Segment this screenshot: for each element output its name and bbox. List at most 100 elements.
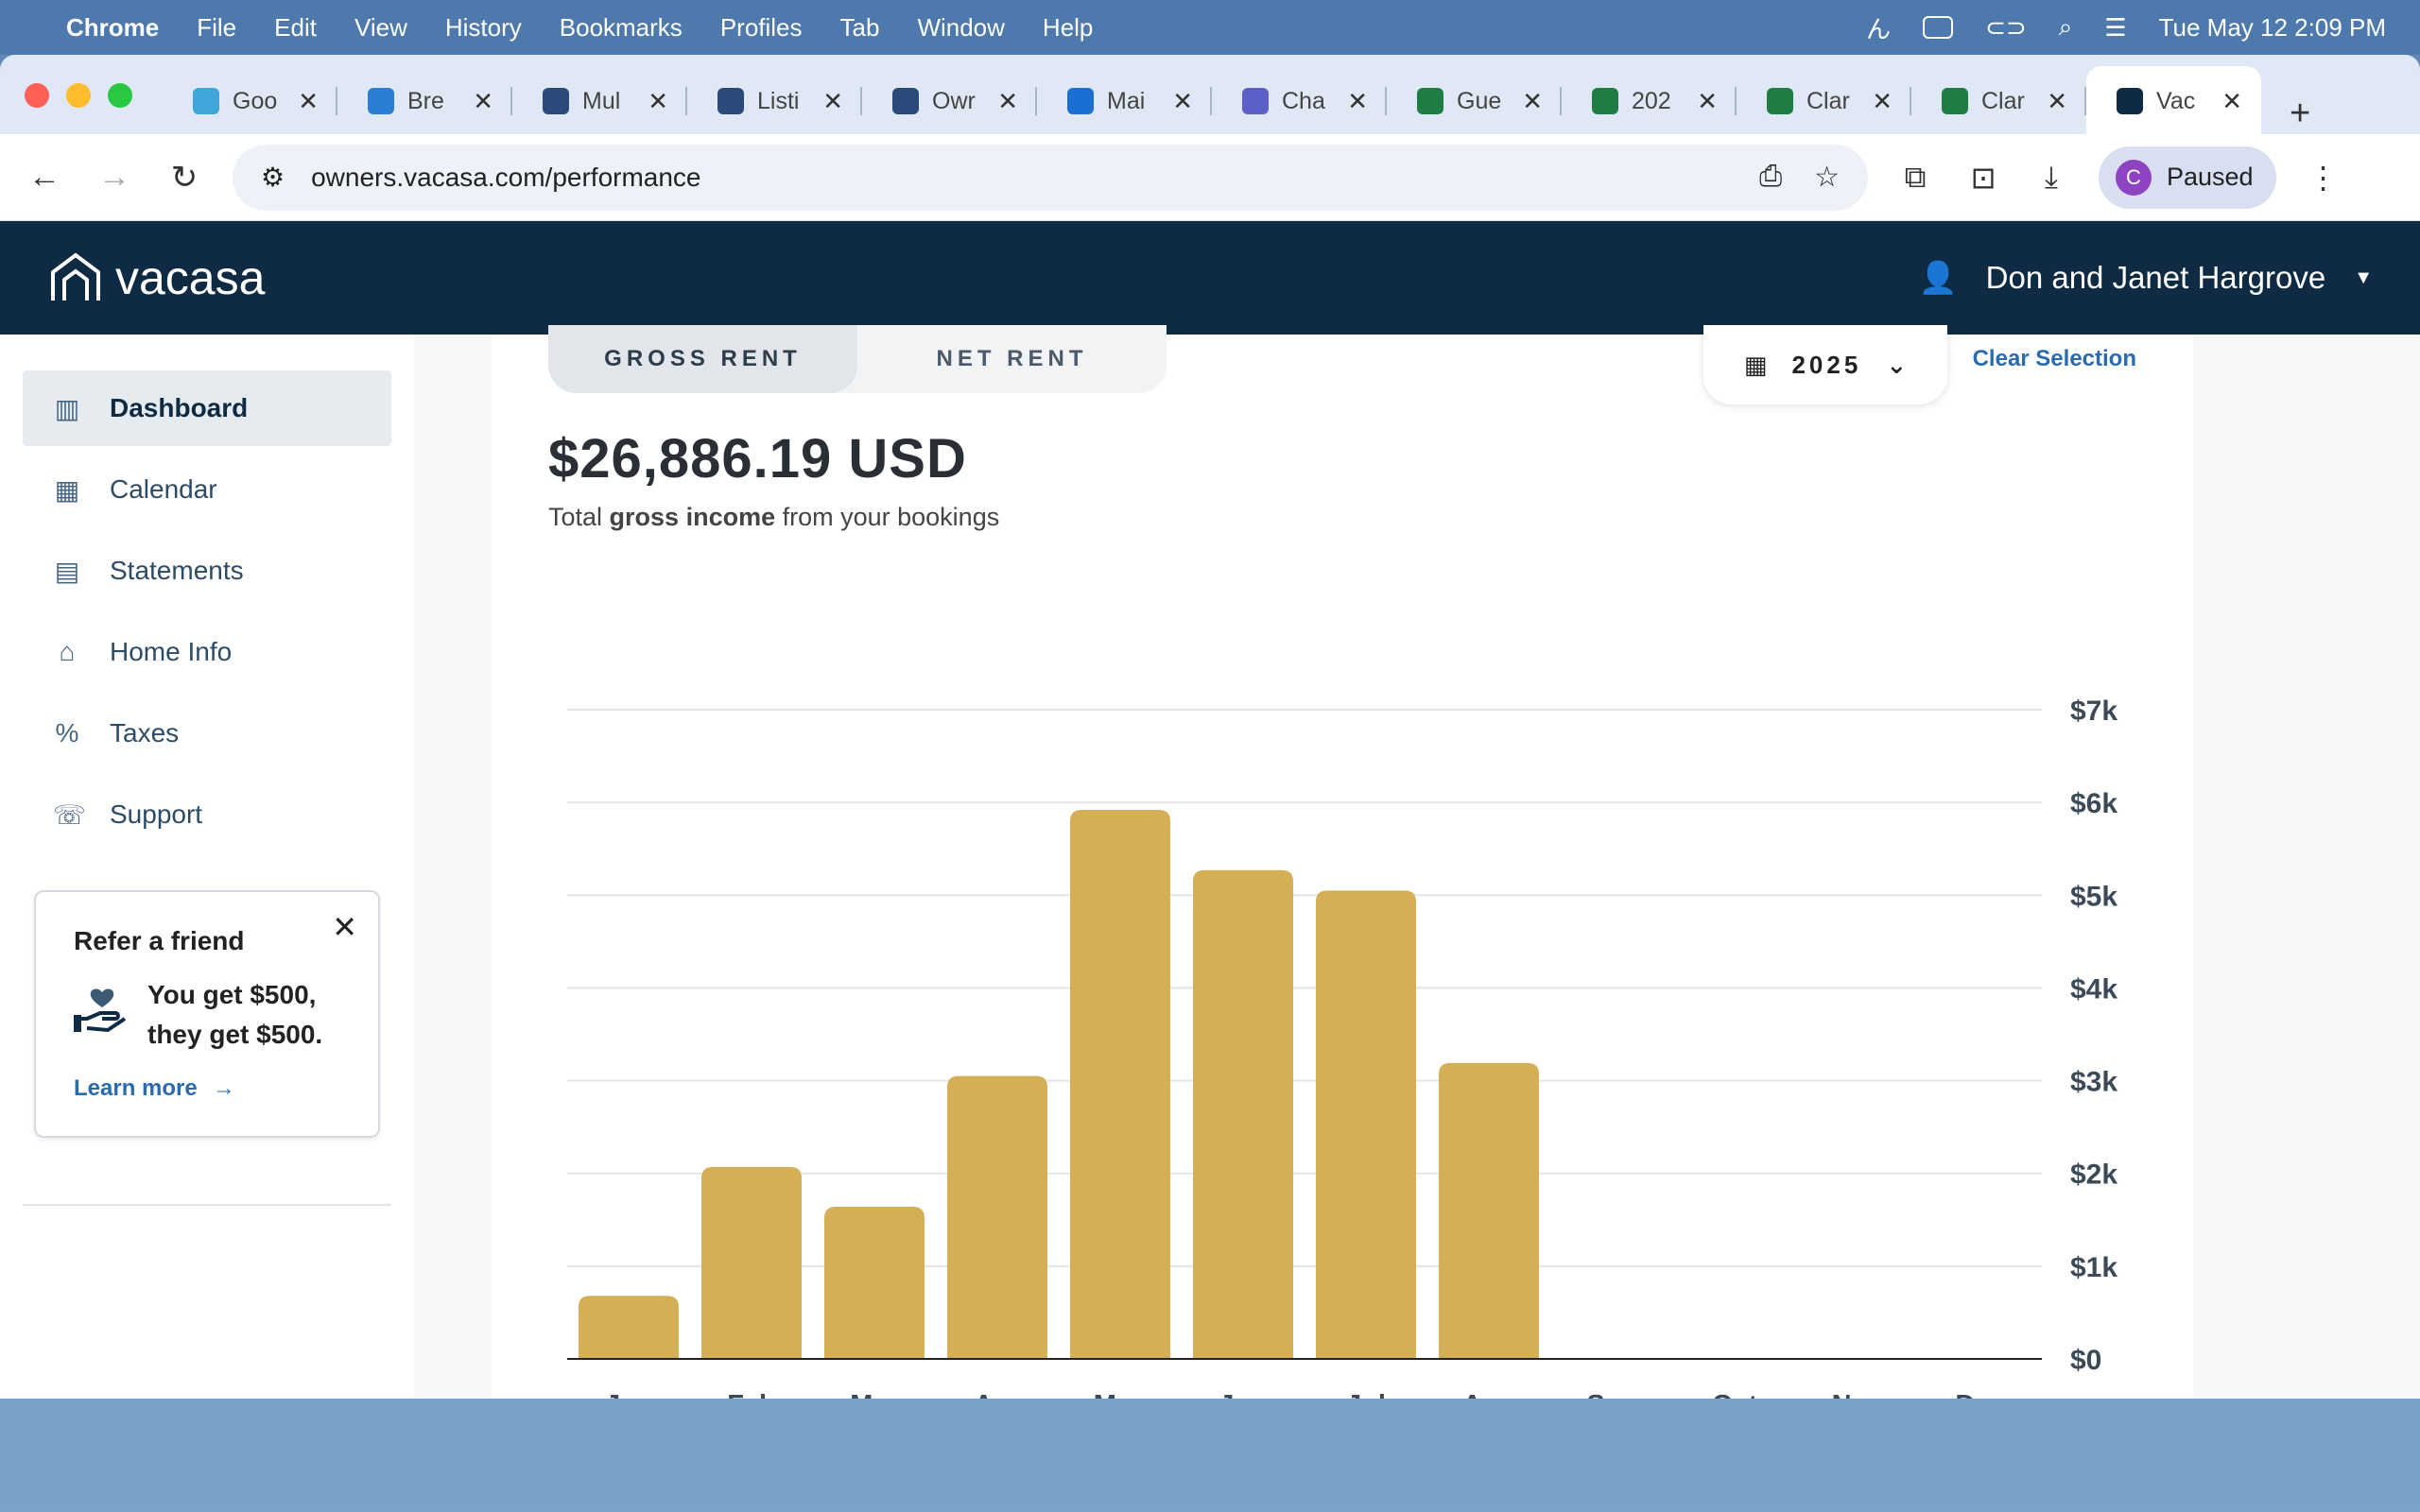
- bookmark-star-icon[interactable]: ☆: [1814, 161, 1840, 194]
- sidebar-item-dashboard[interactable]: ▥ Dashboard: [23, 370, 391, 446]
- extensions-icon[interactable]: ⧉: [1894, 160, 1936, 196]
- menu-view[interactable]: View: [354, 13, 407, 43]
- sidebar-item-support[interactable]: ☏ Support: [23, 777, 391, 852]
- favicon-icon: [193, 88, 219, 114]
- close-tab-icon[interactable]: ✕: [2221, 87, 2242, 116]
- zoom-window-button[interactable]: [108, 83, 132, 108]
- forward-button[interactable]: →: [93, 159, 136, 196]
- sidebar-item-statements[interactable]: ▤ Statements: [23, 533, 391, 609]
- tab-search-icon[interactable]: ⊡: [1962, 160, 2004, 196]
- close-tab-icon[interactable]: ✕: [298, 87, 319, 116]
- gross-rent-tab[interactable]: GROSS RENT: [548, 325, 857, 393]
- home-icon: ⌂: [59, 637, 76, 666]
- tab-strip: Goo ✕ Bre ✕ Mul ✕ Listi ✕ Owr ✕ Mai ✕ Cha ✕ Gue ✕ 202 ✕ Cl…: [0, 55, 2420, 136]
- browser-tab[interactable]: Mul ✕: [512, 68, 687, 134]
- browser-tab[interactable]: Clar ✕: [1911, 68, 2086, 134]
- close-tab-icon[interactable]: ✕: [2047, 87, 2067, 116]
- refer-a-friend-card: ✕ Refer a friend You get $500, they get …: [34, 890, 380, 1138]
- browser-tab[interactable]: Listi ✕: [687, 68, 862, 134]
- browser-window: Goo ✕ Bre ✕ Mul ✕ Listi ✕ Owr ✕ Mai ✕ Cha ✕ Gue ✕ 202 ✕ Cl…: [0, 55, 2420, 1399]
- install-app-icon[interactable]: ⎙: [1759, 161, 1782, 194]
- keyboard-icon[interactable]: ん: [1866, 10, 1891, 45]
- browser-tab[interactable]: Bre ✕: [337, 68, 512, 134]
- favicon-icon: [1067, 88, 1094, 114]
- favicon-icon: [1242, 88, 1269, 114]
- site-info-icon[interactable]: ⚙: [261, 162, 285, 193]
- sidebar: ▥ Dashboard ▦ Calendar ▤ Statements ⌂ Ho…: [0, 335, 414, 1399]
- kebab-menu-icon[interactable]: ⋮: [2303, 160, 2344, 196]
- browser-tab[interactable]: Owr ✕: [862, 68, 1037, 134]
- search-icon[interactable]: ⌕: [2059, 12, 2073, 43]
- favicon-icon: [892, 88, 919, 114]
- bar-jun: [1193, 869, 1293, 1359]
- x-tick-label: May: [1094, 1390, 1147, 1399]
- browser-tab[interactable]: Goo ✕: [163, 68, 337, 134]
- menu-help[interactable]: Help: [1043, 13, 1093, 43]
- minimize-window-button[interactable]: [66, 83, 91, 108]
- address-bar[interactable]: ⚙ owners.vacasa.com/performance ⎙ ☆: [233, 144, 1868, 211]
- close-tab-icon[interactable]: ✕: [997, 87, 1018, 116]
- clear-selection-link[interactable]: Clear Selection: [1973, 346, 2136, 372]
- sidebar-item-taxes[interactable]: % Taxes: [23, 696, 391, 771]
- subtitle-prefix: Total: [548, 503, 610, 531]
- browser-tab[interactable]: 202 ✕: [1562, 68, 1737, 134]
- profile-button[interactable]: C Paused: [2099, 146, 2276, 209]
- refer-line-1: You get $500,: [147, 980, 317, 1009]
- menu-app[interactable]: Chrome: [66, 13, 159, 43]
- menu-edit[interactable]: Edit: [274, 13, 317, 43]
- x-tick-label: Sep: [1586, 1390, 1636, 1399]
- new-tab-button[interactable]: +: [2290, 94, 2310, 134]
- year-picker[interactable]: ▦ 2025 ⌄: [1703, 325, 1947, 404]
- close-tab-icon[interactable]: ✕: [648, 87, 668, 116]
- bar-may: [1070, 809, 1170, 1359]
- sidebar-item-home-info[interactable]: ⌂ Home Info: [23, 614, 391, 690]
- page-content: ▥ Dashboard ▦ Calendar ▤ Statements ⌂ Ho…: [0, 325, 2420, 1399]
- menu-history[interactable]: History: [445, 13, 522, 43]
- close-icon[interactable]: ✕: [332, 909, 357, 945]
- tab-title: Mai: [1107, 87, 1146, 114]
- link-icon[interactable]: ⊂⊃: [1985, 13, 2027, 43]
- menu-bookmarks[interactable]: Bookmarks: [560, 13, 683, 43]
- address-url: owners.vacasa.com/performance: [311, 162, 701, 192]
- sidebar-item-label: Support: [110, 799, 203, 829]
- total-description: Total gross income from your bookings: [548, 503, 999, 532]
- back-button[interactable]: ←: [23, 159, 66, 196]
- menu-file[interactable]: File: [197, 13, 236, 43]
- close-window-button[interactable]: [25, 83, 49, 108]
- y-tick-label: $1k: [2070, 1252, 2118, 1283]
- close-tab-icon[interactable]: ✕: [1522, 87, 1543, 116]
- net-rent-tab[interactable]: NET RENT: [857, 325, 1167, 393]
- downloads-icon[interactable]: ⤓: [2031, 160, 2072, 196]
- close-tab-icon[interactable]: ✕: [1172, 87, 1193, 116]
- control-center-icon[interactable]: ☰: [2104, 13, 2126, 43]
- tab-title: Clar: [1981, 87, 2025, 114]
- x-tick-label: Dec: [1955, 1390, 2005, 1399]
- browser-tab[interactable]: Vac ✕: [2086, 66, 2261, 136]
- support-icon: ☏: [53, 799, 87, 830]
- browser-tab[interactable]: Clar ✕: [1737, 68, 1911, 134]
- tab-title: Listi: [757, 87, 800, 114]
- menu-tab[interactable]: Tab: [840, 13, 880, 43]
- bar-feb: [701, 1166, 802, 1359]
- menu-window[interactable]: Window: [917, 13, 1004, 43]
- close-tab-icon[interactable]: ✕: [1872, 87, 1893, 116]
- y-tick-label: $4k: [2070, 973, 2118, 1005]
- user-menu[interactable]: 👤 Don and Janet Hargrove ▼: [1919, 260, 2373, 297]
- close-tab-icon[interactable]: ✕: [473, 87, 493, 116]
- sidebar-item-calendar[interactable]: ▦ Calendar: [23, 452, 391, 527]
- performance-card: GROSS RENT NET RENT ▦ 2025 ⌄ Clear Selec…: [492, 325, 2193, 1399]
- menubar-clock[interactable]: Tue May 12 2:09 PM: [2159, 13, 2386, 43]
- learn-more-link[interactable]: Learn more →: [74, 1075, 340, 1102]
- browser-tab[interactable]: Mai ✕: [1037, 68, 1212, 134]
- reload-button[interactable]: ↻: [163, 159, 206, 197]
- browser-tab[interactable]: Cha ✕: [1212, 68, 1387, 134]
- vacasa-logo[interactable]: vacasa: [47, 249, 265, 306]
- menu-profiles[interactable]: Profiles: [720, 13, 803, 43]
- tab-title: Cha: [1282, 87, 1325, 114]
- battery-icon[interactable]: [1923, 16, 1954, 39]
- rent-toggle: GROSS RENT NET RENT: [548, 325, 1167, 393]
- close-tab-icon[interactable]: ✕: [1697, 87, 1718, 116]
- close-tab-icon[interactable]: ✕: [822, 87, 843, 116]
- browser-tab[interactable]: Gue ✕: [1387, 68, 1562, 134]
- close-tab-icon[interactable]: ✕: [1347, 87, 1368, 116]
